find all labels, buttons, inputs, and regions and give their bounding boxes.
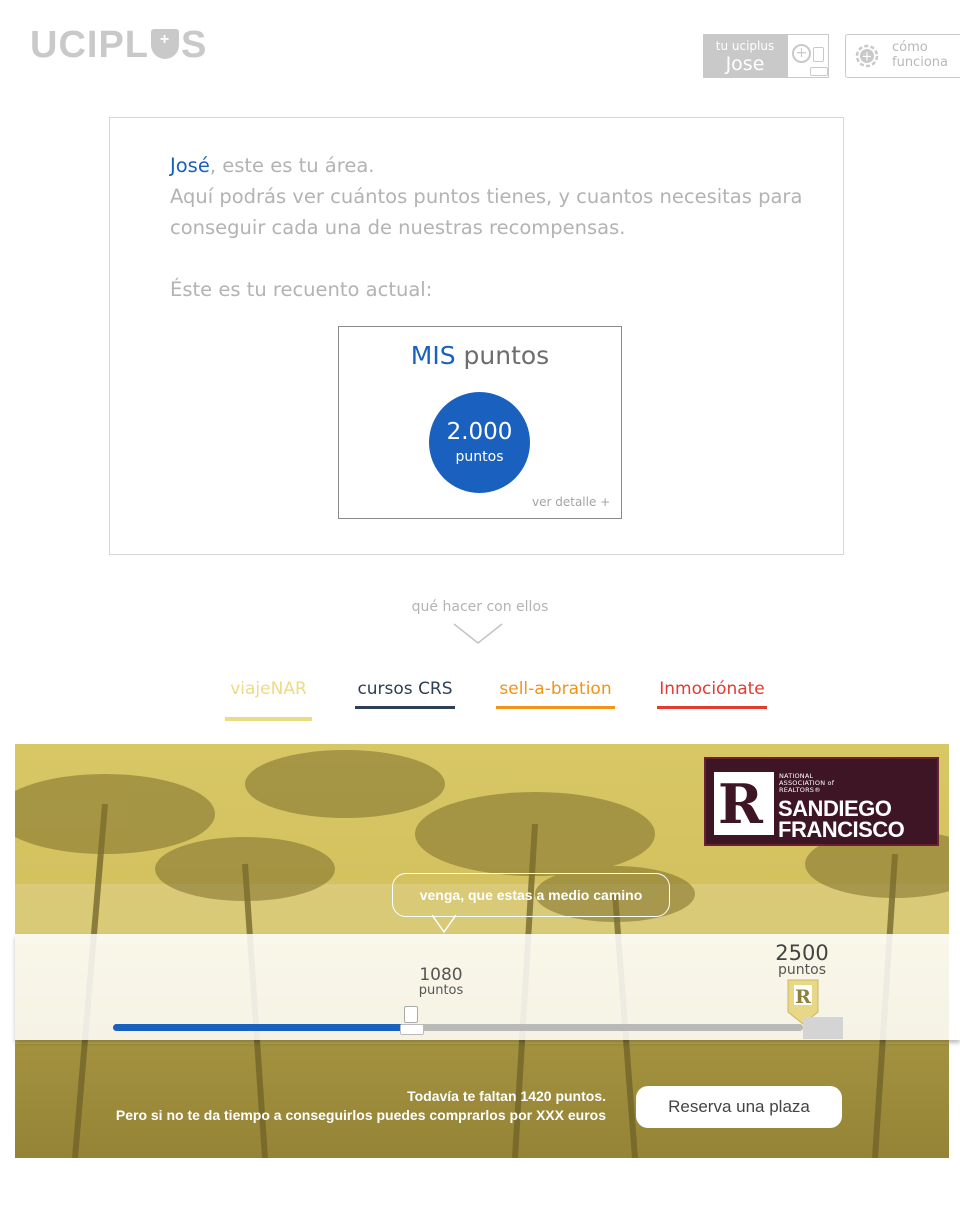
points-unit: puntos bbox=[455, 449, 504, 465]
view-detail-link[interactable]: ver detalle + bbox=[532, 494, 610, 510]
how-label-line-2: funciona bbox=[892, 55, 948, 70]
points-value: 2.000 bbox=[446, 419, 513, 445]
tab-label: Inmociónate bbox=[659, 679, 765, 699]
card-icon bbox=[813, 47, 824, 62]
plus-circle-icon: + bbox=[792, 44, 811, 63]
logo-city-2: FRANCISCO bbox=[778, 817, 905, 842]
user-badge-icons: + bbox=[787, 34, 829, 78]
goal-points-unit: puntos bbox=[778, 962, 826, 978]
tab-underline bbox=[355, 706, 455, 709]
intro-text: José, este es tu área. Aquí podrás ver c… bbox=[170, 150, 810, 243]
intro-line-1: , este es tu área. bbox=[209, 154, 375, 177]
user-badge-label: tu uciplus Jose bbox=[703, 34, 787, 78]
tab-inmocionate[interactable]: Inmociónate bbox=[657, 679, 767, 709]
reserve-spot-button[interactable]: Reserva una plaza bbox=[636, 1086, 842, 1128]
tab-label: viajeNAR bbox=[230, 679, 307, 699]
points-card-title: MIS puntos bbox=[338, 340, 622, 372]
svg-text:R: R bbox=[795, 986, 811, 1008]
tray-icon bbox=[810, 67, 828, 76]
progress-track-end bbox=[803, 1017, 843, 1039]
handle-base bbox=[400, 1024, 424, 1035]
tab-underline bbox=[657, 706, 767, 709]
how-label-line-1: cómo bbox=[892, 40, 928, 55]
svg-text:+: + bbox=[862, 50, 873, 65]
tab-viajenar[interactable]: viajeNAR bbox=[225, 679, 312, 721]
logo-shield-icon bbox=[151, 29, 179, 59]
tab-cursos-crs[interactable]: cursos CRS bbox=[355, 679, 455, 709]
uciplus-logo[interactable]: UCIPL S bbox=[30, 25, 207, 65]
tab-underline bbox=[225, 717, 312, 721]
user-name: Jose bbox=[725, 53, 765, 75]
points-title-suffix: puntos bbox=[455, 341, 550, 370]
user-greeting-label: tu uciplus bbox=[715, 39, 775, 53]
progress-fill bbox=[113, 1024, 411, 1031]
how-it-works-label: cómo funciona bbox=[892, 40, 948, 70]
logo-text-start: UCIPL bbox=[30, 24, 149, 66]
nar-sandiego-francisco-logo: R NATIONAL ASSOCIATION of REALTORS® SAND… bbox=[704, 757, 939, 846]
encouragement-text: venga, que estas a medio camino bbox=[419, 887, 643, 903]
gear-icon: + bbox=[855, 44, 879, 68]
tab-label: sell-a-bration bbox=[499, 679, 612, 699]
handle-cap bbox=[404, 1006, 418, 1023]
assoc-line-3: REALTORS® bbox=[779, 786, 821, 794]
realtor-r-icon: R bbox=[714, 772, 774, 835]
tab-underline bbox=[496, 706, 615, 709]
current-points-unit: puntos bbox=[418, 983, 464, 998]
points-title-prefix: MIS bbox=[410, 341, 456, 370]
intro-line-2: Aquí podrás ver cuántos puntos tienes, y… bbox=[170, 185, 803, 239]
chevron-down-icon[interactable] bbox=[452, 622, 504, 646]
buy-points-text: Pero si no te da tiempo a conseguirlos p… bbox=[115, 1107, 606, 1123]
logo-text-end: S bbox=[181, 24, 208, 66]
user-first-name: José bbox=[170, 154, 210, 177]
how-it-works-button[interactable]: + cómo funciona bbox=[845, 34, 960, 78]
tab-sell-a-bration[interactable]: sell-a-bration bbox=[496, 679, 615, 709]
user-area-button[interactable]: tu uciplus Jose + bbox=[703, 34, 829, 78]
current-points: 1080 bbox=[419, 965, 463, 985]
progress-handle[interactable] bbox=[400, 1006, 424, 1035]
remaining-points-text: Todavía te faltan 1420 puntos. bbox=[407, 1088, 606, 1104]
goal-points: 2500 bbox=[775, 941, 829, 965]
points-circle: 2.000 puntos bbox=[429, 392, 530, 493]
current-count-label: Éste es tu recuento actual: bbox=[170, 278, 433, 301]
nar-association-name: NATIONAL ASSOCIATION of REALTORS® bbox=[779, 773, 834, 794]
what-to-do-label: qué hacer con ellos bbox=[411, 599, 549, 615]
speech-bubble-tail bbox=[432, 914, 456, 934]
tab-label: cursos CRS bbox=[357, 679, 453, 699]
